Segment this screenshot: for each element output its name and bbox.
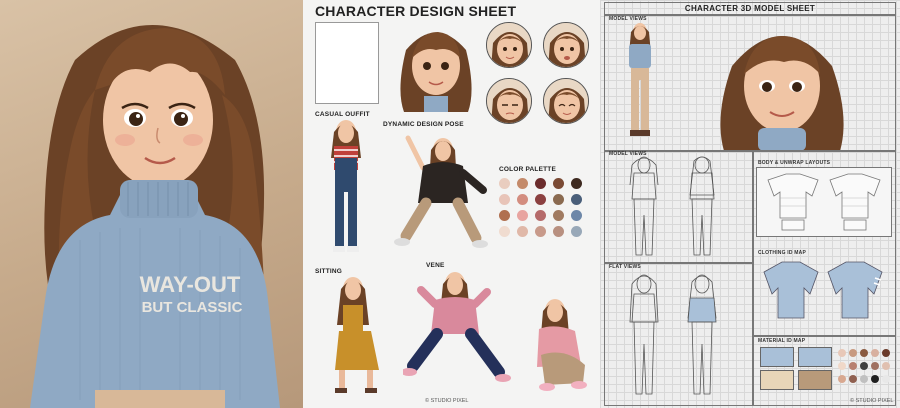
material-swatch [882,375,890,383]
palette-swatch [535,210,546,221]
material-block-tan [798,370,832,390]
palette-swatch [553,194,564,205]
material-swatch [860,349,868,357]
palette-swatch [553,178,564,189]
palette-swatch [499,178,510,189]
row-divider [604,150,896,152]
label-clothing-id: CLOTHING ID MAP [758,250,806,256]
material-block-beige [760,370,794,390]
material-swatch [838,349,846,357]
palette-swatch [553,210,564,221]
palette-swatch [535,194,546,205]
label-material-id: MATERIAL ID MAP [758,338,806,344]
blank-frame [315,22,379,104]
material-swatch [871,375,879,383]
label-dynamic-pose: DYNAMIC DESIGN POSE [383,121,464,128]
model-footer: © STUDIO PIXEL [850,398,894,404]
palette-swatch [571,210,582,221]
model-face-render [720,36,844,151]
expression-face-4 [543,78,589,124]
palette-swatch [571,178,582,189]
sheet-title: CHARACTER DESIGN SHEET [315,3,517,19]
material-swatch [860,375,868,383]
palette-swatch [517,178,528,189]
material-block-blue [760,347,794,367]
palette-swatch [517,210,528,221]
material-swatch [838,362,846,370]
label-sitting: SITTING [315,268,343,275]
palette-swatch [571,194,582,205]
material-divider [752,335,896,337]
flat-views [629,274,717,395]
label-body-unwrap: BODY & UNWRAP LAYOUTS [758,160,831,166]
palette-swatch [535,226,546,237]
palette-swatch [517,194,528,205]
label-color-palette: COLOR PALETTE [499,166,557,173]
material-swatch [849,375,857,383]
label-flat-views: FLAT VIEWS [609,264,641,270]
lineart-model-views [629,156,715,256]
sweater-text-1: WAY-OUT [140,272,241,297]
material-swatch [849,349,857,357]
material-swatch [838,375,846,383]
material-swatch [871,349,879,357]
vene-figure [403,272,511,382]
sweater-text-2: BUT CLASSIC [142,299,243,316]
palette-swatch [535,178,546,189]
material-swatch [882,349,890,357]
palette-swatch [499,210,510,221]
head-closeup [400,32,472,112]
clothing-id-map [763,261,883,319]
dynamic-pose-figure [394,135,488,248]
casual-outfit-figure [331,120,361,252]
material-swatch [871,362,879,370]
palette-swatch [499,194,510,205]
column-divider [752,150,754,406]
model-full-body [629,23,651,136]
material-swatch [860,362,868,370]
label-casual-outfit: CASUAL OUFFIT [315,111,370,118]
expression-face-2 [543,22,589,68]
model-sheet-panel: CHARACTER 3D MODEL SHEET MODEL VIEWS MOD… [600,0,900,408]
portrait-illustration: WAY-OUT BUT CLASSIC [30,25,280,408]
expression-face-1 [486,22,532,68]
palette-swatch [499,226,510,237]
expression-face-3 [486,78,532,124]
model-sheet-title: CHARACTER 3D MODEL SHEET [684,4,816,13]
material-swatch [882,362,890,370]
palette-swatch [553,226,564,237]
material-swatch [849,362,857,370]
portrait-panel: WAY-OUT BUT CLASSIC [0,0,303,408]
palette-swatch [571,226,582,237]
unwrap-layout [767,173,881,231]
palette-swatch [517,226,528,237]
design-sheet-panel: CHARACTER DESIGN SHEET CASUAL OUFFIT DYN… [303,0,600,408]
crouching-figure [537,299,587,391]
sheet-footer: © STUDIO PIXEL [425,398,469,404]
sitting-figure [335,277,379,393]
material-block-blue-2 [798,347,832,367]
